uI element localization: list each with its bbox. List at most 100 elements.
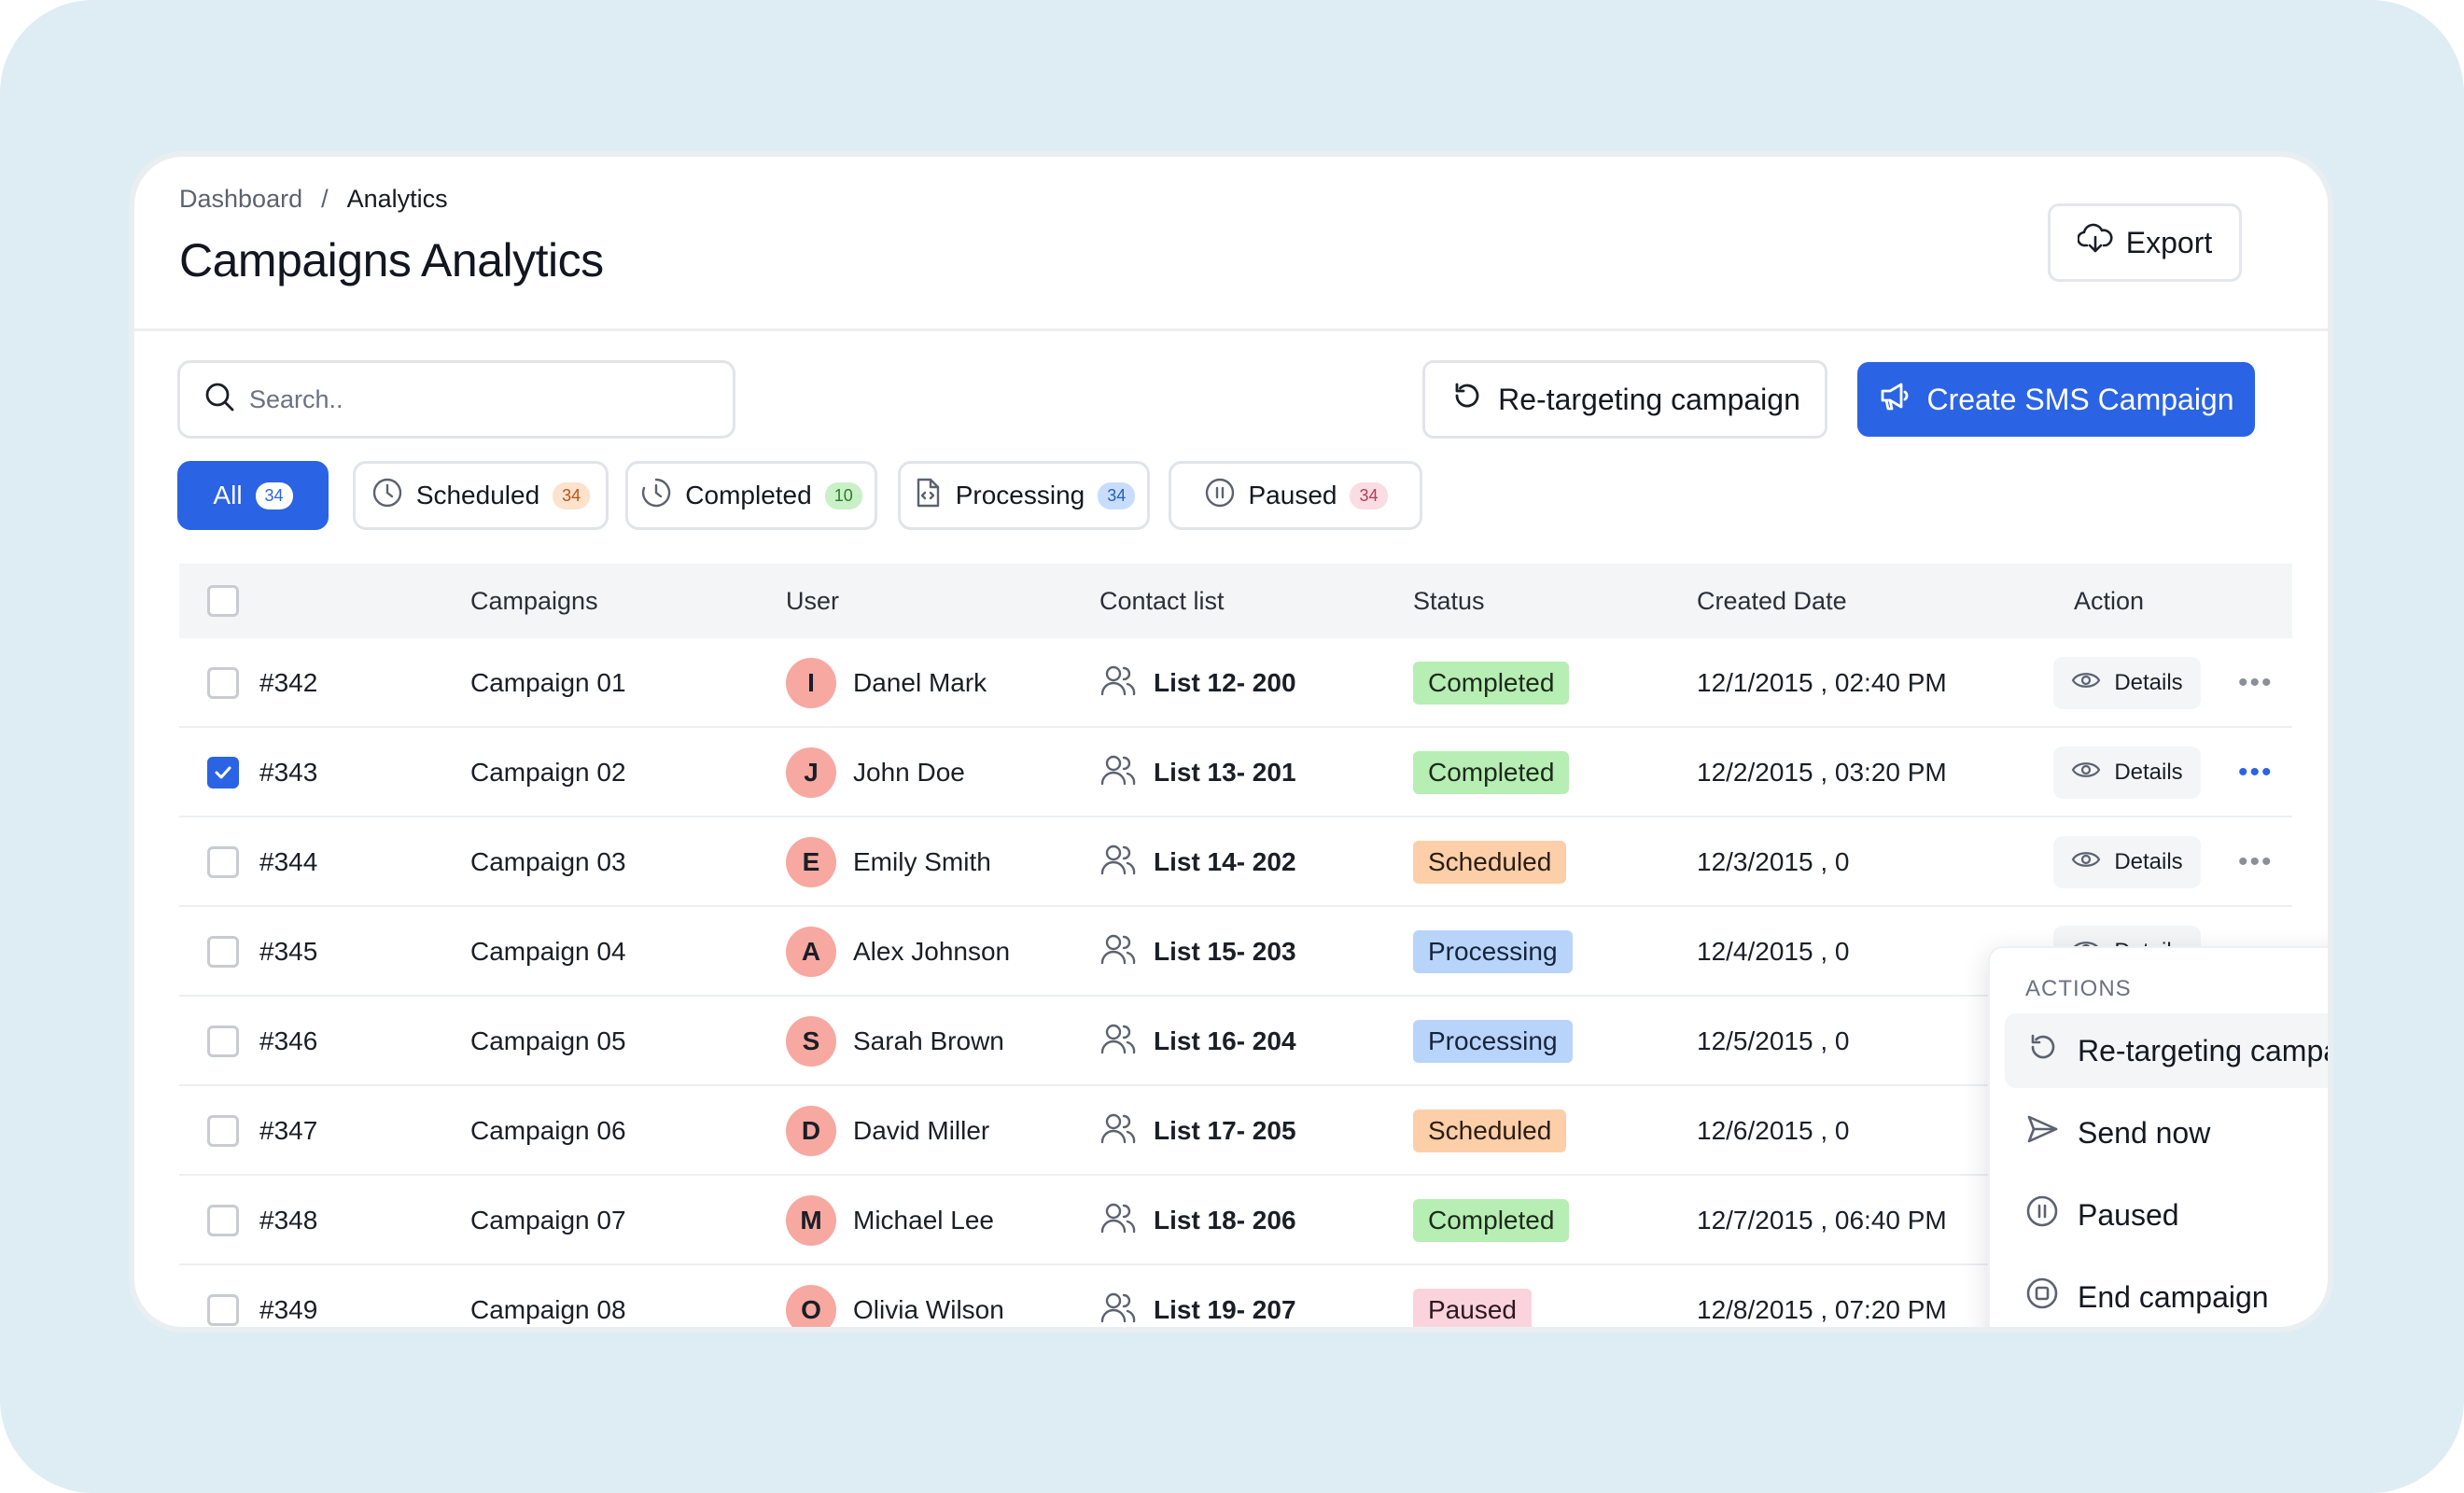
menu-item-label: Paused (2078, 1197, 2179, 1232)
contact-list-cell: List 13- 201 (1099, 728, 1296, 817)
file-code-icon (913, 477, 943, 515)
avatar: A (786, 927, 836, 977)
users-icon (1099, 843, 1137, 883)
created-date: 12/1/2015 , 02:40 PM (1697, 668, 1947, 697)
filter-completed[interactable]: Completed 10 (625, 461, 877, 530)
contact-list-cell: List 15- 203 (1099, 907, 1296, 997)
status-badge: Completed (1413, 662, 1570, 705)
status-badge: Processing (1413, 1020, 1573, 1063)
table-row[interactable]: #348 Campaign 07 M Michael Lee List 18- 206 C… (179, 1176, 2292, 1265)
users-icon (1099, 932, 1137, 972)
contact-list-cell: List 19- 207 (1099, 1265, 1296, 1327)
filter-all[interactable]: All 34 (177, 461, 329, 530)
more-actions-button[interactable]: ••• (2238, 638, 2274, 728)
campaign-name: Campaign 07 (470, 1206, 626, 1235)
status-cell: Paused (1413, 1265, 1532, 1327)
contact-list-cell: List 12- 200 (1099, 638, 1296, 728)
row-checkbox[interactable] (207, 1265, 239, 1327)
users-icon (1099, 1201, 1137, 1241)
user-name: Danel Mark (853, 668, 987, 697)
menu-item-end-campaign[interactable]: End campaign (2005, 1260, 2328, 1327)
table-row[interactable]: #344 Campaign 03 E Emily Smith List 14- 202 S… (179, 817, 2292, 907)
user-cell: I Danel Mark (786, 638, 987, 728)
send-icon (2025, 1112, 2059, 1153)
create-sms-label: Create SMS Campaign (1926, 382, 2234, 416)
filter-processing[interactable]: Processing 34 (898, 461, 1150, 530)
cloud-download-icon (2076, 223, 2113, 262)
column-user[interactable]: User (786, 564, 839, 638)
retargeting-campaign-button[interactable]: Re-targeting campaign (1422, 360, 1827, 439)
details-button[interactable]: Details (2053, 836, 2201, 888)
row-checkbox[interactable] (207, 1086, 239, 1176)
avatar: S (786, 1016, 836, 1067)
status-badge: Scheduled (1413, 841, 1567, 884)
actions-menu-heading: ACTIONS (2025, 976, 2132, 1001)
created-date: 12/7/2015 , 06:40 PM (1697, 1206, 1947, 1235)
table-header: Campaigns User Contact list Status Creat… (179, 564, 2292, 638)
user-cell: O Olivia Wilson (786, 1265, 1004, 1327)
row-checkbox[interactable] (207, 907, 239, 997)
table-row[interactable]: #345 Campaign 04 A Alex Johnson List 15- 203… (179, 907, 2292, 997)
row-checkbox[interactable] (207, 817, 239, 907)
contact-list-label: List 13- 201 (1154, 758, 1296, 787)
menu-item-paused[interactable]: Paused (2005, 1178, 2328, 1252)
menu-item-label: Send now (2078, 1115, 2211, 1150)
more-horizontal-icon: ••• (2238, 846, 2274, 877)
avatar: O (786, 1285, 836, 1327)
export-button[interactable]: Export (2048, 203, 2242, 282)
more-actions-button[interactable]: ••• (2238, 728, 2274, 817)
campaign-name: Campaign 08 (470, 1295, 626, 1324)
contact-list-cell: List 14- 202 (1099, 817, 1296, 907)
breadcrumb-dashboard-link[interactable]: Dashboard (179, 185, 302, 214)
column-action: Action (2074, 586, 2145, 615)
campaign-name: Campaign 04 (470, 937, 626, 966)
avatar: M (786, 1195, 836, 1246)
table-row[interactable]: #346 Campaign 05 S Sarah Brown List 16- 204 P… (179, 997, 2292, 1086)
details-button[interactable]: Details (2053, 746, 2201, 799)
contact-list-label: List 19- 207 (1154, 1295, 1296, 1324)
more-horizontal-icon: ••• (2238, 757, 2274, 788)
row-checkbox[interactable] (207, 638, 239, 728)
table-row[interactable]: #343 Campaign 02 J John Doe List 13- 201 Comp… (179, 728, 2292, 817)
filter-scheduled[interactable]: Scheduled 34 (353, 461, 609, 530)
action-cell: Details (2053, 728, 2201, 817)
eye-icon (2071, 759, 2101, 788)
analytics-card: Dashboard / Analytics Campaigns Analytic… (129, 151, 2333, 1333)
menu-item-label: End campaign (2078, 1279, 2269, 1314)
details-button[interactable]: Details (2053, 657, 2201, 709)
row-checkbox[interactable] (207, 728, 239, 817)
menu-item-send-now[interactable]: Send now (2005, 1095, 2328, 1170)
campaign-name: Campaign 06 (470, 1116, 626, 1145)
column-campaigns[interactable]: Campaigns (470, 564, 598, 638)
table-row[interactable]: #347 Campaign 06 D David Miller List 17- 205… (179, 1086, 2292, 1176)
search-input[interactable]: Search.. (177, 360, 735, 439)
status-cell: Completed (1413, 728, 1570, 817)
table-row[interactable]: #349 Campaign 08 O Olivia Wilson List 19- 20… (179, 1265, 2292, 1327)
menu-item-retargeting[interactable]: Re-targeting campaign (2005, 1013, 2328, 1088)
filter-count: 34 (553, 481, 591, 509)
campaign-name: Campaign 01 (470, 668, 626, 697)
avatar: I (786, 658, 836, 708)
avatar: J (786, 747, 836, 798)
table-row[interactable]: #342 Campaign 01 I Danel Mark List 12- 200 Co… (179, 638, 2292, 728)
user-cell: S Sarah Brown (786, 997, 1004, 1086)
user-name: Sarah Brown (853, 1026, 1004, 1055)
column-created-date[interactable]: Created Date (1697, 564, 1847, 638)
filter-label: Paused (1248, 481, 1337, 509)
details-label: Details (2114, 760, 2183, 785)
users-icon (1099, 753, 1137, 793)
filter-paused[interactable]: Paused 34 (1169, 461, 1422, 530)
contact-list-label: List 17- 205 (1154, 1116, 1296, 1145)
row-id: #344 (259, 847, 318, 876)
select-all-checkbox[interactable] (207, 564, 239, 638)
eye-icon (2071, 848, 2101, 877)
column-contact-list[interactable]: Contact list (1099, 564, 1225, 638)
filter-label: Processing (955, 481, 1085, 509)
row-checkbox[interactable] (207, 997, 239, 1086)
contact-list-label: List 18- 206 (1154, 1206, 1296, 1235)
row-checkbox[interactable] (207, 1176, 239, 1265)
more-actions-button[interactable]: ••• (2238, 817, 2274, 907)
create-sms-campaign-button[interactable]: Create SMS Campaign (1857, 362, 2255, 437)
created-date: 12/3/2015 , 0 (1697, 847, 1850, 876)
column-status[interactable]: Status (1413, 564, 1485, 638)
